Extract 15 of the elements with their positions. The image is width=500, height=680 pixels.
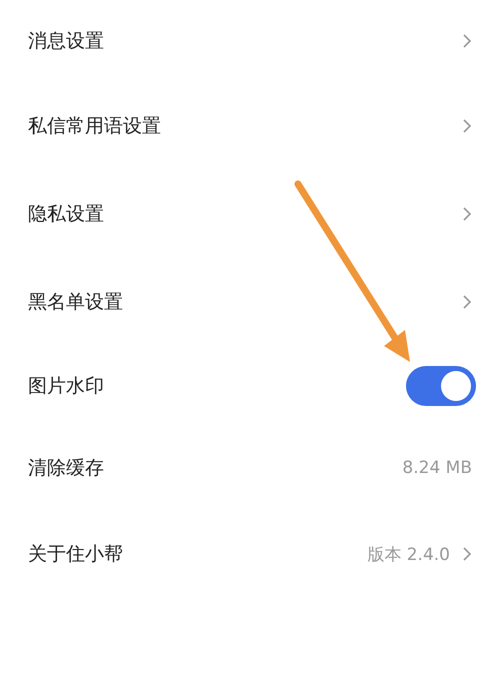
setting-label: 消息设置	[28, 29, 104, 54]
setting-value: 8.24 MB	[402, 458, 472, 478]
setting-label: 图片水印	[28, 374, 104, 399]
setting-label: 私信常用语设置	[28, 114, 161, 139]
setting-value: 版本 2.4.0	[367, 544, 450, 566]
chevron-right-icon[interactable]	[462, 33, 472, 49]
chevron-right-icon[interactable]	[462, 294, 472, 310]
setting-label: 关于住小帮	[28, 542, 123, 567]
setting-label: 隐私设置	[28, 202, 104, 227]
setting-label: 黑名单设置	[28, 290, 123, 315]
chevron-right-icon[interactable]	[462, 546, 472, 562]
toggle-switch[interactable]	[406, 366, 476, 406]
chevron-right-icon[interactable]	[462, 206, 472, 222]
setting-label: 清除缓存	[28, 456, 104, 481]
chevron-right-icon[interactable]	[462, 118, 472, 134]
